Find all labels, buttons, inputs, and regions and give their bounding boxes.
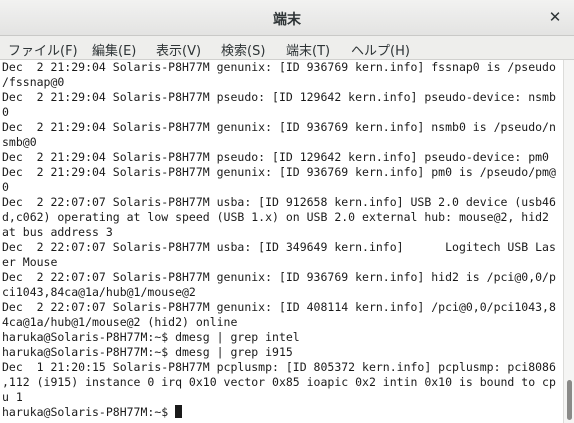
window-title: 端末 [273, 12, 301, 28]
terminal-line: er Mouse [2, 255, 58, 269]
terminal-line: Dec 2 22:07:07 Solaris-P8H77M usba: [ID … [2, 240, 556, 254]
terminal-line: ,112 (i915) instance 0 irq 0x10 vector 0… [2, 375, 556, 389]
terminal-line: Dec 2 22:07:07 Solaris-P8H77M genunix: [… [2, 270, 556, 284]
menu-edit[interactable]: 編集(E) [92, 40, 136, 59]
menu-search[interactable]: 検索(S) [221, 40, 265, 59]
menu-bar: ファイル(F) 編集(E) 表示(V) 検索(S) 端末(T) ヘルプ(H) [0, 36, 574, 60]
menu-terminal[interactable]: 端末(T) [286, 40, 330, 59]
terminal-output[interactable]: Dec 2 21:29:04 Solaris-P8H77M genunix: [… [0, 60, 563, 423]
terminal-line: Dec 2 22:07:07 Solaris-P8H77M usba: [ID … [2, 195, 556, 209]
title-bar[interactable]: 端末 ✕ [0, 0, 574, 36]
terminal-line: Dec 2 21:29:04 Solaris-P8H77M pseudo: [I… [2, 150, 549, 164]
terminal-line: 0 [2, 180, 9, 194]
terminal-line: Dec 1 21:20:15 Solaris-P8H77M pcplusmp: … [2, 360, 556, 374]
menu-file[interactable]: ファイル(F) [8, 40, 78, 59]
terminal-line: ci1043,84ca@1a/hub@1/mouse@2 [2, 285, 196, 299]
terminal-line: Dec 2 21:29:04 Solaris-P8H77M genunix: [… [2, 60, 556, 74]
shell-prompt: haruka@Solaris-P8H77M:~$ [2, 405, 176, 419]
terminal-line: 0 [2, 105, 9, 119]
terminal-line: haruka@Solaris-P8H77M:~$ dmesg | grep in… [2, 330, 300, 344]
terminal-line: Dec 2 21:29:04 Solaris-P8H77M genunix: [… [2, 120, 556, 134]
vertical-scrollbar[interactable] [563, 60, 574, 423]
terminal-line: Dec 2 22:07:07 Solaris-P8H77M genunix: [… [2, 300, 556, 314]
terminal-line: u 1 [2, 390, 23, 404]
terminal-line: smb@0 [2, 135, 37, 149]
menu-view[interactable]: 表示(V) [156, 40, 201, 59]
terminal-line: d,c062) operating at low speed (USB 1.x)… [2, 210, 549, 224]
menu-help[interactable]: ヘルプ(H) [351, 40, 410, 59]
close-icon[interactable]: ✕ [546, 8, 564, 26]
terminal-line: /fssnap@0 [2, 75, 65, 89]
prompt-line[interactable]: haruka@Solaris-P8H77M:~$ [0, 405, 563, 420]
terminal-line: haruka@Solaris-P8H77M:~$ dmesg | grep i9… [2, 345, 293, 359]
terminal-line: at bus address 3 [2, 225, 113, 239]
terminal-line: 4ca@1a/hub@1/mouse@2 (hid2) online [2, 315, 238, 329]
terminal-line: Dec 2 21:29:04 Solaris-P8H77M pseudo: [I… [2, 90, 556, 104]
scrollbar-thumb[interactable] [567, 380, 572, 420]
text-cursor [175, 405, 183, 418]
terminal-line: Dec 2 21:29:04 Solaris-P8H77M genunix: [… [2, 165, 556, 179]
